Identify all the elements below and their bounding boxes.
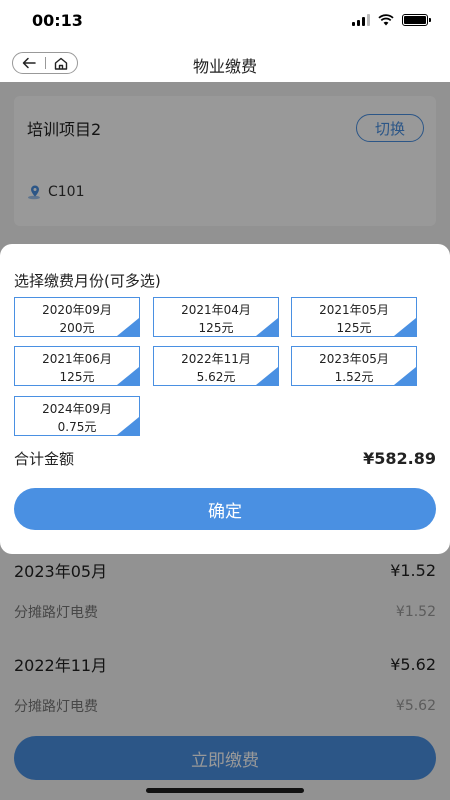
status-time: 00:13 <box>32 11 83 30</box>
wifi-icon <box>378 14 394 26</box>
total-amount: ¥582.89 <box>363 449 436 468</box>
month-option-month: 2022年11月 <box>181 352 251 366</box>
month-option-month: 2021年05月 <box>319 303 389 317</box>
sheet-title: 选择缴费月份(可多选) <box>14 272 161 290</box>
selected-corner-icon <box>256 318 278 336</box>
month-option-month: 2023年05月 <box>319 352 389 366</box>
month-option[interactable]: 2021年04月 125元 <box>153 297 279 337</box>
month-option[interactable]: 2021年05月 125元 <box>291 297 417 337</box>
home-indicator <box>146 788 304 793</box>
selected-corner-icon <box>117 367 139 385</box>
nav-bar: 物业缴费 <box>0 44 450 82</box>
month-option[interactable]: 2022年11月 5.62元 <box>153 346 279 386</box>
month-select-sheet: 选择缴费月份(可多选) 2020年09月 200元 2021年04月 125元 … <box>0 244 450 554</box>
month-option-month: 2021年06月 <box>42 352 112 366</box>
month-option[interactable]: 2020年09月 200元 <box>14 297 140 337</box>
page-title: 物业缴费 <box>192 57 257 76</box>
selected-corner-icon <box>256 367 278 385</box>
month-option-month: 2021年04月 <box>181 303 251 317</box>
month-option-month: 2024年09月 <box>42 402 112 416</box>
selected-corner-icon <box>394 318 416 336</box>
month-option[interactable]: 2023年05月 1.52元 <box>291 346 417 386</box>
total-row: 合计金额 ¥582.89 <box>14 448 436 469</box>
signal-icon <box>352 14 370 26</box>
battery-icon <box>402 14 431 26</box>
month-option[interactable]: 2021年06月 125元 <box>14 346 140 386</box>
month-option-month: 2020年09月 <box>42 303 112 317</box>
total-label: 合计金额 <box>14 450 75 468</box>
confirm-button[interactable]: 确定 <box>14 488 436 530</box>
selected-corner-icon <box>117 318 139 336</box>
status-bar: 00:13 <box>0 0 450 44</box>
status-icons <box>352 14 431 26</box>
selected-corner-icon <box>117 417 139 435</box>
month-option[interactable]: 2024年09月 0.75元 <box>14 396 140 436</box>
selected-corner-icon <box>394 367 416 385</box>
